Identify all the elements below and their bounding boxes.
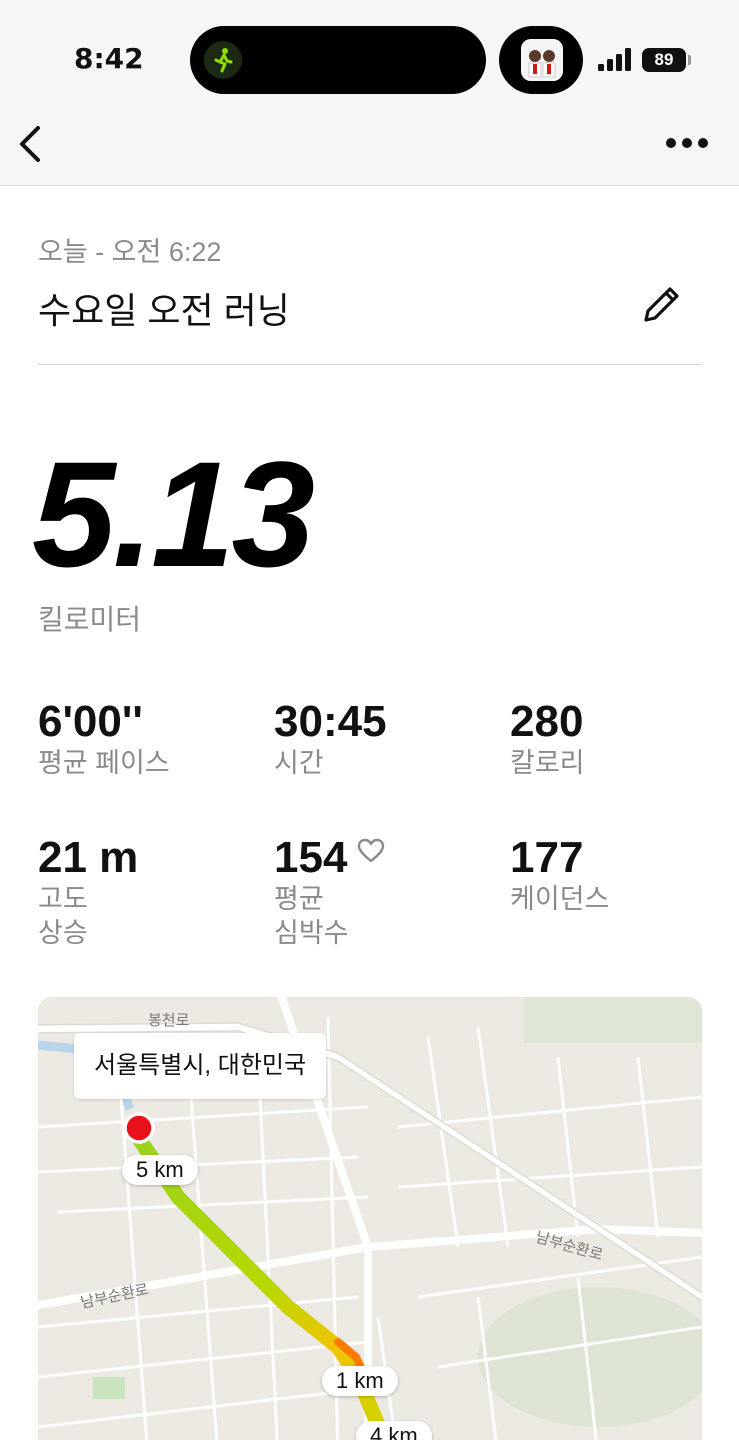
back-chevron-icon[interactable] bbox=[12, 122, 48, 166]
activity-date: 오늘 - 오전 6:22 bbox=[38, 237, 222, 267]
km-marker: 1 km bbox=[322, 1366, 398, 1396]
activity-title: 수요일 오전 러닝 bbox=[38, 290, 290, 331]
header-divider bbox=[38, 364, 702, 365]
route-map[interactable]: 봉천로 남부순환로 남부순환로 서울특별시, 대한민국 5 km 1 km 4 … bbox=[38, 997, 702, 1440]
stat-value-row: 154 bbox=[274, 834, 385, 882]
km-marker: 5 km bbox=[122, 1155, 198, 1185]
stat-value: 280 bbox=[510, 697, 584, 746]
more-dots-icon[interactable] bbox=[662, 132, 712, 154]
status-time: 8:42 bbox=[74, 42, 144, 75]
stat-value: 177 bbox=[510, 833, 584, 882]
walking-icon bbox=[204, 41, 242, 79]
stat-avg-heart-rate: 154 평균 심박수 bbox=[274, 834, 385, 950]
road-label: 봉천로 bbox=[148, 1012, 190, 1029]
app-thumbnail-icon bbox=[521, 39, 563, 81]
stat-value: 30:45 bbox=[274, 697, 387, 746]
stat-label: 평균 심박수 bbox=[274, 884, 349, 948]
live-activity-pill[interactable] bbox=[499, 26, 583, 94]
dynamic-island[interactable] bbox=[190, 26, 486, 94]
stat-label: 시간 bbox=[274, 748, 324, 778]
map-location-label: 서울특별시, 대한민국 bbox=[74, 1033, 327, 1099]
stat-calories: 280 칼로리 bbox=[510, 698, 585, 780]
stat-label: 칼로리 bbox=[510, 748, 585, 778]
stat-label: 평균 페이스 bbox=[38, 748, 170, 778]
distance-value: 5.13 bbox=[32, 430, 315, 598]
edit-pencil-icon[interactable] bbox=[638, 282, 684, 328]
heart-icon bbox=[358, 838, 385, 863]
stat-value: 154 bbox=[274, 833, 348, 882]
battery-indicator: 89 bbox=[642, 48, 686, 72]
km-marker: 4 km bbox=[356, 1421, 432, 1440]
distance-unit: 킬로미터 bbox=[38, 604, 142, 635]
stat-cadence: 177 케이던스 bbox=[510, 834, 609, 916]
stat-label: 케이던스 bbox=[510, 884, 610, 914]
stat-elevation-gain: 21 m 고도 상승 bbox=[38, 834, 138, 950]
stat-label: 고도 상승 bbox=[38, 884, 88, 948]
top-bar: 8:42 89 bbox=[0, 0, 739, 186]
stat-value: 21 m bbox=[38, 833, 139, 882]
stat-time: 30:45 시간 bbox=[274, 698, 387, 780]
battery-nub bbox=[688, 55, 691, 65]
stat-avg-pace: 6'00'' 평균 페이스 bbox=[38, 698, 170, 780]
signal-icon bbox=[598, 48, 631, 71]
stat-value: 6'00'' bbox=[38, 697, 143, 746]
